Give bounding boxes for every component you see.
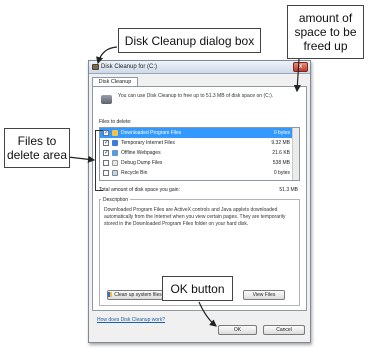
files-callout: Files to delete area bbox=[4, 128, 70, 168]
files-to-delete-list[interactable]: ✓ Downloaded Program Files 0 bytes ✓ Tem… bbox=[99, 127, 300, 181]
folder-icon bbox=[112, 130, 118, 136]
space-callout-line: space to be bbox=[294, 25, 357, 39]
uac-shield-icon bbox=[108, 292, 113, 297]
cancel-button[interactable]: Cancel bbox=[263, 325, 305, 335]
dialog-callout: Disk Cleanup dialog box bbox=[118, 28, 261, 53]
file-size: 9.32 MB bbox=[271, 140, 290, 146]
dialog-title: Disk Cleanup for (C:) bbox=[101, 64, 158, 70]
file-name: Offline Webpages bbox=[121, 150, 161, 156]
file-row-debug-dump-files[interactable]: Debug Dump Files 538 MB bbox=[100, 158, 293, 168]
file-name: Recycle Bin bbox=[121, 170, 148, 176]
file-row-offline-webpages[interactable]: ✓ Offline Webpages 21.6 KB bbox=[100, 148, 293, 158]
drive-cleanup-icon bbox=[101, 95, 112, 104]
file-size: 538 MB bbox=[272, 160, 290, 166]
document-icon bbox=[112, 160, 118, 166]
file-size: 21.6 KB bbox=[272, 150, 290, 156]
space-callout-line: freed up bbox=[303, 39, 348, 53]
help-link[interactable]: How does Disk Cleanup work? bbox=[97, 317, 165, 323]
file-checkbox[interactable]: ✓ bbox=[103, 130, 109, 136]
file-size: 0 bytes bbox=[273, 170, 290, 176]
ok-callout: OK button bbox=[162, 276, 233, 301]
total-space-label: Total amount of disk space you gain: bbox=[99, 187, 180, 193]
disk-cleanup-app-icon bbox=[92, 64, 99, 70]
files-callout-line: delete area bbox=[6, 148, 68, 162]
files-to-delete-label: Files to delete: bbox=[99, 119, 132, 125]
file-name: Temporary Internet Files bbox=[121, 140, 175, 146]
file-row-downloaded-program-files[interactable]: ✓ Downloaded Program Files 0 bytes bbox=[100, 128, 293, 138]
file-name: Downloaded Program Files bbox=[121, 130, 182, 136]
files-area-bracket bbox=[95, 130, 103, 191]
dialog-title-bar[interactable]: Disk Cleanup for (C:) x bbox=[89, 61, 310, 74]
close-button[interactable]: x bbox=[293, 62, 308, 72]
file-row-temporary-internet-files[interactable]: ✓ Temporary Internet Files 9.32 MB bbox=[100, 138, 293, 148]
description-text: Downloaded Program Files are ActiveX con… bbox=[104, 207, 286, 227]
webpage-icon bbox=[112, 150, 118, 156]
clean-up-system-files-button[interactable]: Clean up system files bbox=[107, 290, 163, 300]
files-callout-line: Files to bbox=[17, 134, 57, 148]
intro-text: You can use Disk Cleanup to free up to 5… bbox=[118, 93, 274, 99]
internet-files-icon bbox=[112, 140, 118, 146]
file-name: Debug Dump Files bbox=[121, 160, 163, 166]
clean-up-system-files-label: Clean up system files bbox=[114, 292, 162, 298]
file-size: 0 bytes bbox=[273, 130, 290, 136]
description-label: Description bbox=[101, 197, 131, 203]
recycle-bin-icon bbox=[112, 170, 118, 176]
file-checkbox[interactable] bbox=[103, 160, 109, 166]
file-checkbox[interactable] bbox=[103, 170, 109, 176]
space-callout: amount of space to be freed up bbox=[287, 5, 364, 59]
space-callout-line: amount of bbox=[298, 11, 353, 25]
ok-button[interactable]: OK bbox=[218, 325, 257, 335]
file-checkbox[interactable]: ✓ bbox=[103, 150, 109, 156]
file-row-recycle-bin[interactable]: Recycle Bin 0 bytes bbox=[100, 168, 293, 178]
total-space-value: 51.3 MB bbox=[279, 187, 298, 193]
files-list-scrollbar[interactable] bbox=[292, 128, 299, 180]
view-files-button[interactable]: View Files bbox=[243, 290, 285, 300]
file-checkbox[interactable]: ✓ bbox=[103, 140, 109, 146]
